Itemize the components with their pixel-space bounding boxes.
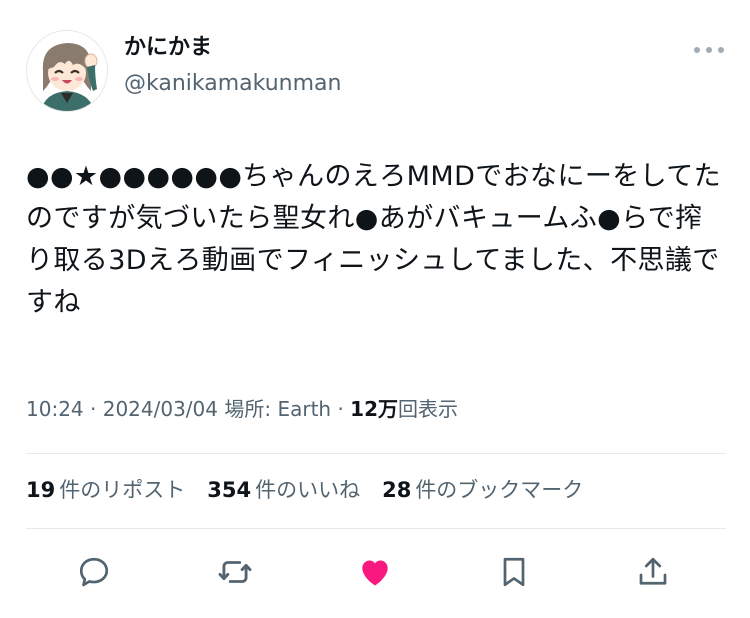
bookmark-icon [503, 557, 525, 587]
reposts-count: 19 [26, 478, 56, 502]
reposts-label: 件のリポスト [59, 478, 186, 502]
tweet-date[interactable]: 2024/03/04 [103, 397, 218, 421]
bookmarks-count: 28 [382, 478, 412, 502]
avatar[interactable] [26, 30, 108, 112]
tweet-meta: 10:24 · 2024/03/04 場所: Earth · 12万回表示 [26, 393, 458, 425]
bookmarks-label: 件のブックマーク [415, 478, 584, 502]
bookmark-button[interactable] [492, 550, 536, 594]
meta-separator: · [90, 397, 97, 421]
tweet-header: かにかま @kanikamakunman [26, 30, 726, 114]
tweet-location: 場所: Earth [224, 397, 332, 421]
views-count[interactable]: 12万 [350, 397, 398, 421]
heart-filled-icon [362, 560, 388, 586]
more-dot [718, 47, 724, 53]
share-button[interactable] [631, 550, 675, 594]
divider [26, 528, 726, 529]
like-button[interactable] [353, 550, 397, 594]
reply-bubble-icon [79, 557, 109, 587]
display-name[interactable]: かにかま [124, 32, 341, 64]
divider [26, 453, 726, 454]
likes-count: 354 [207, 478, 252, 502]
likes-stat[interactable]: 354 件のいいね [207, 472, 360, 508]
user-handle[interactable]: @kanikamakunman [124, 68, 341, 100]
more-horizontal-icon[interactable] [694, 38, 724, 62]
meta-separator: · [337, 397, 344, 421]
tweet-text: ●●★●●●●●●ちゃんのえろMMDでおなにーをしてたのですが気づいたら聖女れ●… [26, 161, 722, 318]
repost-arrows-icon [218, 561, 252, 583]
reposts-stat[interactable]: 19 件のリポスト [26, 472, 185, 508]
tweet-time[interactable]: 10:24 [26, 397, 84, 421]
reply-button[interactable] [72, 550, 116, 594]
more-dot [706, 47, 712, 53]
views-label[interactable]: 回表示 [398, 397, 458, 421]
engagement-stats: 19 件のリポスト 354 件のいいね 28 件のブックマーク [26, 472, 583, 508]
likes-label: 件のいいね [255, 478, 361, 502]
avatar-illustration [27, 31, 107, 111]
bookmarks-stat[interactable]: 28 件のブックマーク [382, 472, 583, 508]
action-bar [0, 546, 750, 598]
share-upload-icon [639, 557, 667, 585]
more-dot [694, 47, 700, 53]
author-info: かにかま @kanikamakunman [124, 32, 341, 100]
repost-button[interactable] [213, 550, 257, 594]
